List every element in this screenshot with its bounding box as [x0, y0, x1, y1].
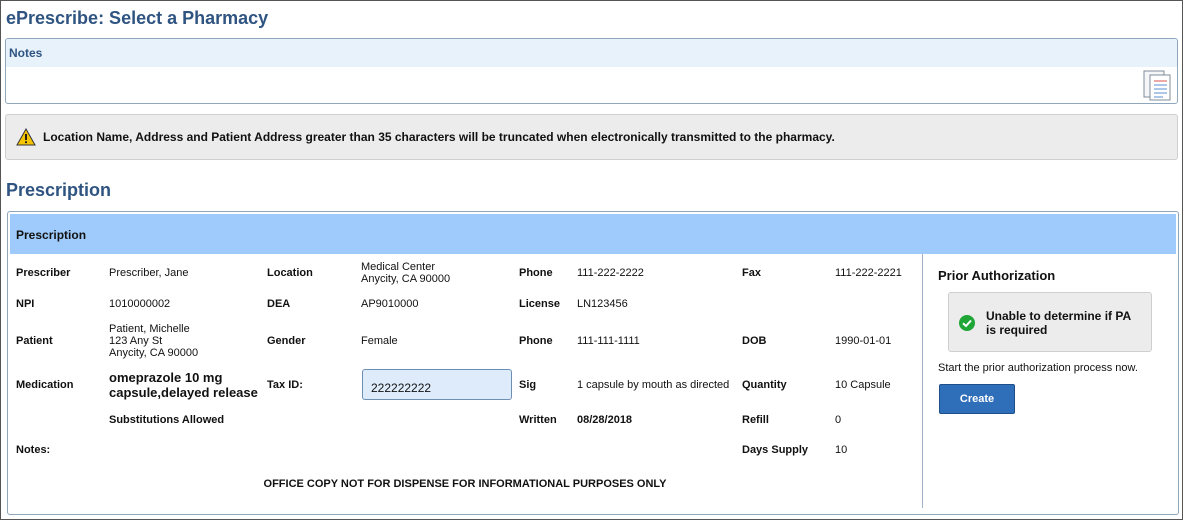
npi-label: NPI — [16, 298, 35, 310]
patient-name: Patient, Michelle — [109, 323, 190, 335]
location-value: Medical Center Anycity, CA 90000 — [361, 261, 450, 285]
patient-phone-label: Phone — [519, 335, 553, 347]
create-button[interactable]: Create — [939, 384, 1015, 414]
fax-value: 111-222-2221 — [835, 267, 902, 279]
days-supply-value: 10 — [835, 444, 848, 456]
sig-value: 1 capsule by mouth as directed — [577, 379, 730, 391]
phone-value: 111-222-2222 — [577, 267, 644, 279]
quantity-value: 10 Capsule — [835, 379, 891, 391]
sig-label: Sig — [519, 379, 537, 391]
prior-authorization-title: Prior Authorization — [938, 268, 1056, 283]
gender-value: Female — [361, 335, 398, 347]
patient-street: 123 Any St — [109, 335, 163, 347]
location-line-2: Anycity, CA 90000 — [361, 273, 451, 285]
fax-label: Fax — [742, 267, 761, 279]
prescriber-value: Prescriber, Jane — [109, 267, 189, 279]
truncation-warning: Location Name, Address and Patient Addre… — [5, 114, 1178, 160]
medication-form: capsule,delayed release — [109, 385, 258, 400]
prescription-panel: Prescription Prescriber Prescriber, Jane… — [7, 211, 1179, 515]
patient-value: Patient, Michelle 123 Any St Anycity, CA… — [109, 323, 198, 359]
dob-value: 1990-01-01 — [835, 335, 892, 347]
written-value: 08/28/2018 — [577, 414, 633, 426]
refill-value: 0 — [835, 414, 842, 426]
location-line-1: Medical Center — [361, 261, 435, 273]
patient-phone-value: 111-111-1111 — [577, 335, 640, 347]
prescription-heading: Prescription — [6, 180, 112, 200]
patient-label: Patient — [16, 335, 53, 347]
dob-label: DOB — [742, 335, 767, 347]
check-circle-icon — [959, 315, 975, 331]
dea-value: AP9010000 — [361, 298, 419, 310]
tax-id-input[interactable] — [362, 369, 512, 400]
medication-value: omeprazole 10 mg capsule,delayed release — [109, 370, 258, 400]
medication-name: omeprazole 10 mg — [109, 370, 223, 385]
quantity-label: Quantity — [742, 379, 787, 391]
warning-icon — [16, 128, 36, 146]
notes-header: Notes — [6, 39, 1177, 67]
warning-text: Location Name, Address and Patient Addre… — [43, 130, 835, 144]
dea-label: DEA — [267, 298, 291, 310]
substitutions-allowed: Substitutions Allowed — [109, 414, 225, 426]
days-supply-label: Days Supply — [742, 444, 809, 456]
location-label: Location — [267, 267, 313, 279]
notes-label: Notes: — [16, 444, 51, 456]
page-title: ePrescribe: Select a Pharmacy — [6, 8, 269, 28]
npi-value: 1010000002 — [109, 298, 171, 310]
prescription-panel-header: Prescription — [10, 214, 1176, 254]
medication-label: Medication — [16, 379, 74, 391]
license-label: License — [519, 298, 560, 310]
tax-id-label: Tax ID: — [267, 379, 303, 391]
panel-divider — [922, 254, 923, 508]
pa-status-text: Unable to determine if PA is required — [986, 309, 1131, 337]
patient-city: Anycity, CA 90000 — [109, 347, 199, 359]
prescriber-label: Prescriber — [16, 267, 71, 279]
notes-panel: Notes — [5, 38, 1178, 104]
phone-label: Phone — [519, 267, 553, 279]
license-value: LN123456 — [577, 298, 628, 310]
written-label: Written — [519, 414, 557, 426]
pa-status-box: Unable to determine if PA is required — [948, 292, 1152, 352]
office-copy-notice: OFFICE COPY NOT FOR DISPENSE FOR INFORMA… — [263, 478, 667, 490]
pa-description: Start the prior authorization process no… — [938, 362, 1138, 374]
notes-document-icon[interactable] — [1141, 69, 1173, 101]
gender-label: Gender — [267, 335, 306, 347]
refill-label: Refill — [742, 414, 769, 426]
